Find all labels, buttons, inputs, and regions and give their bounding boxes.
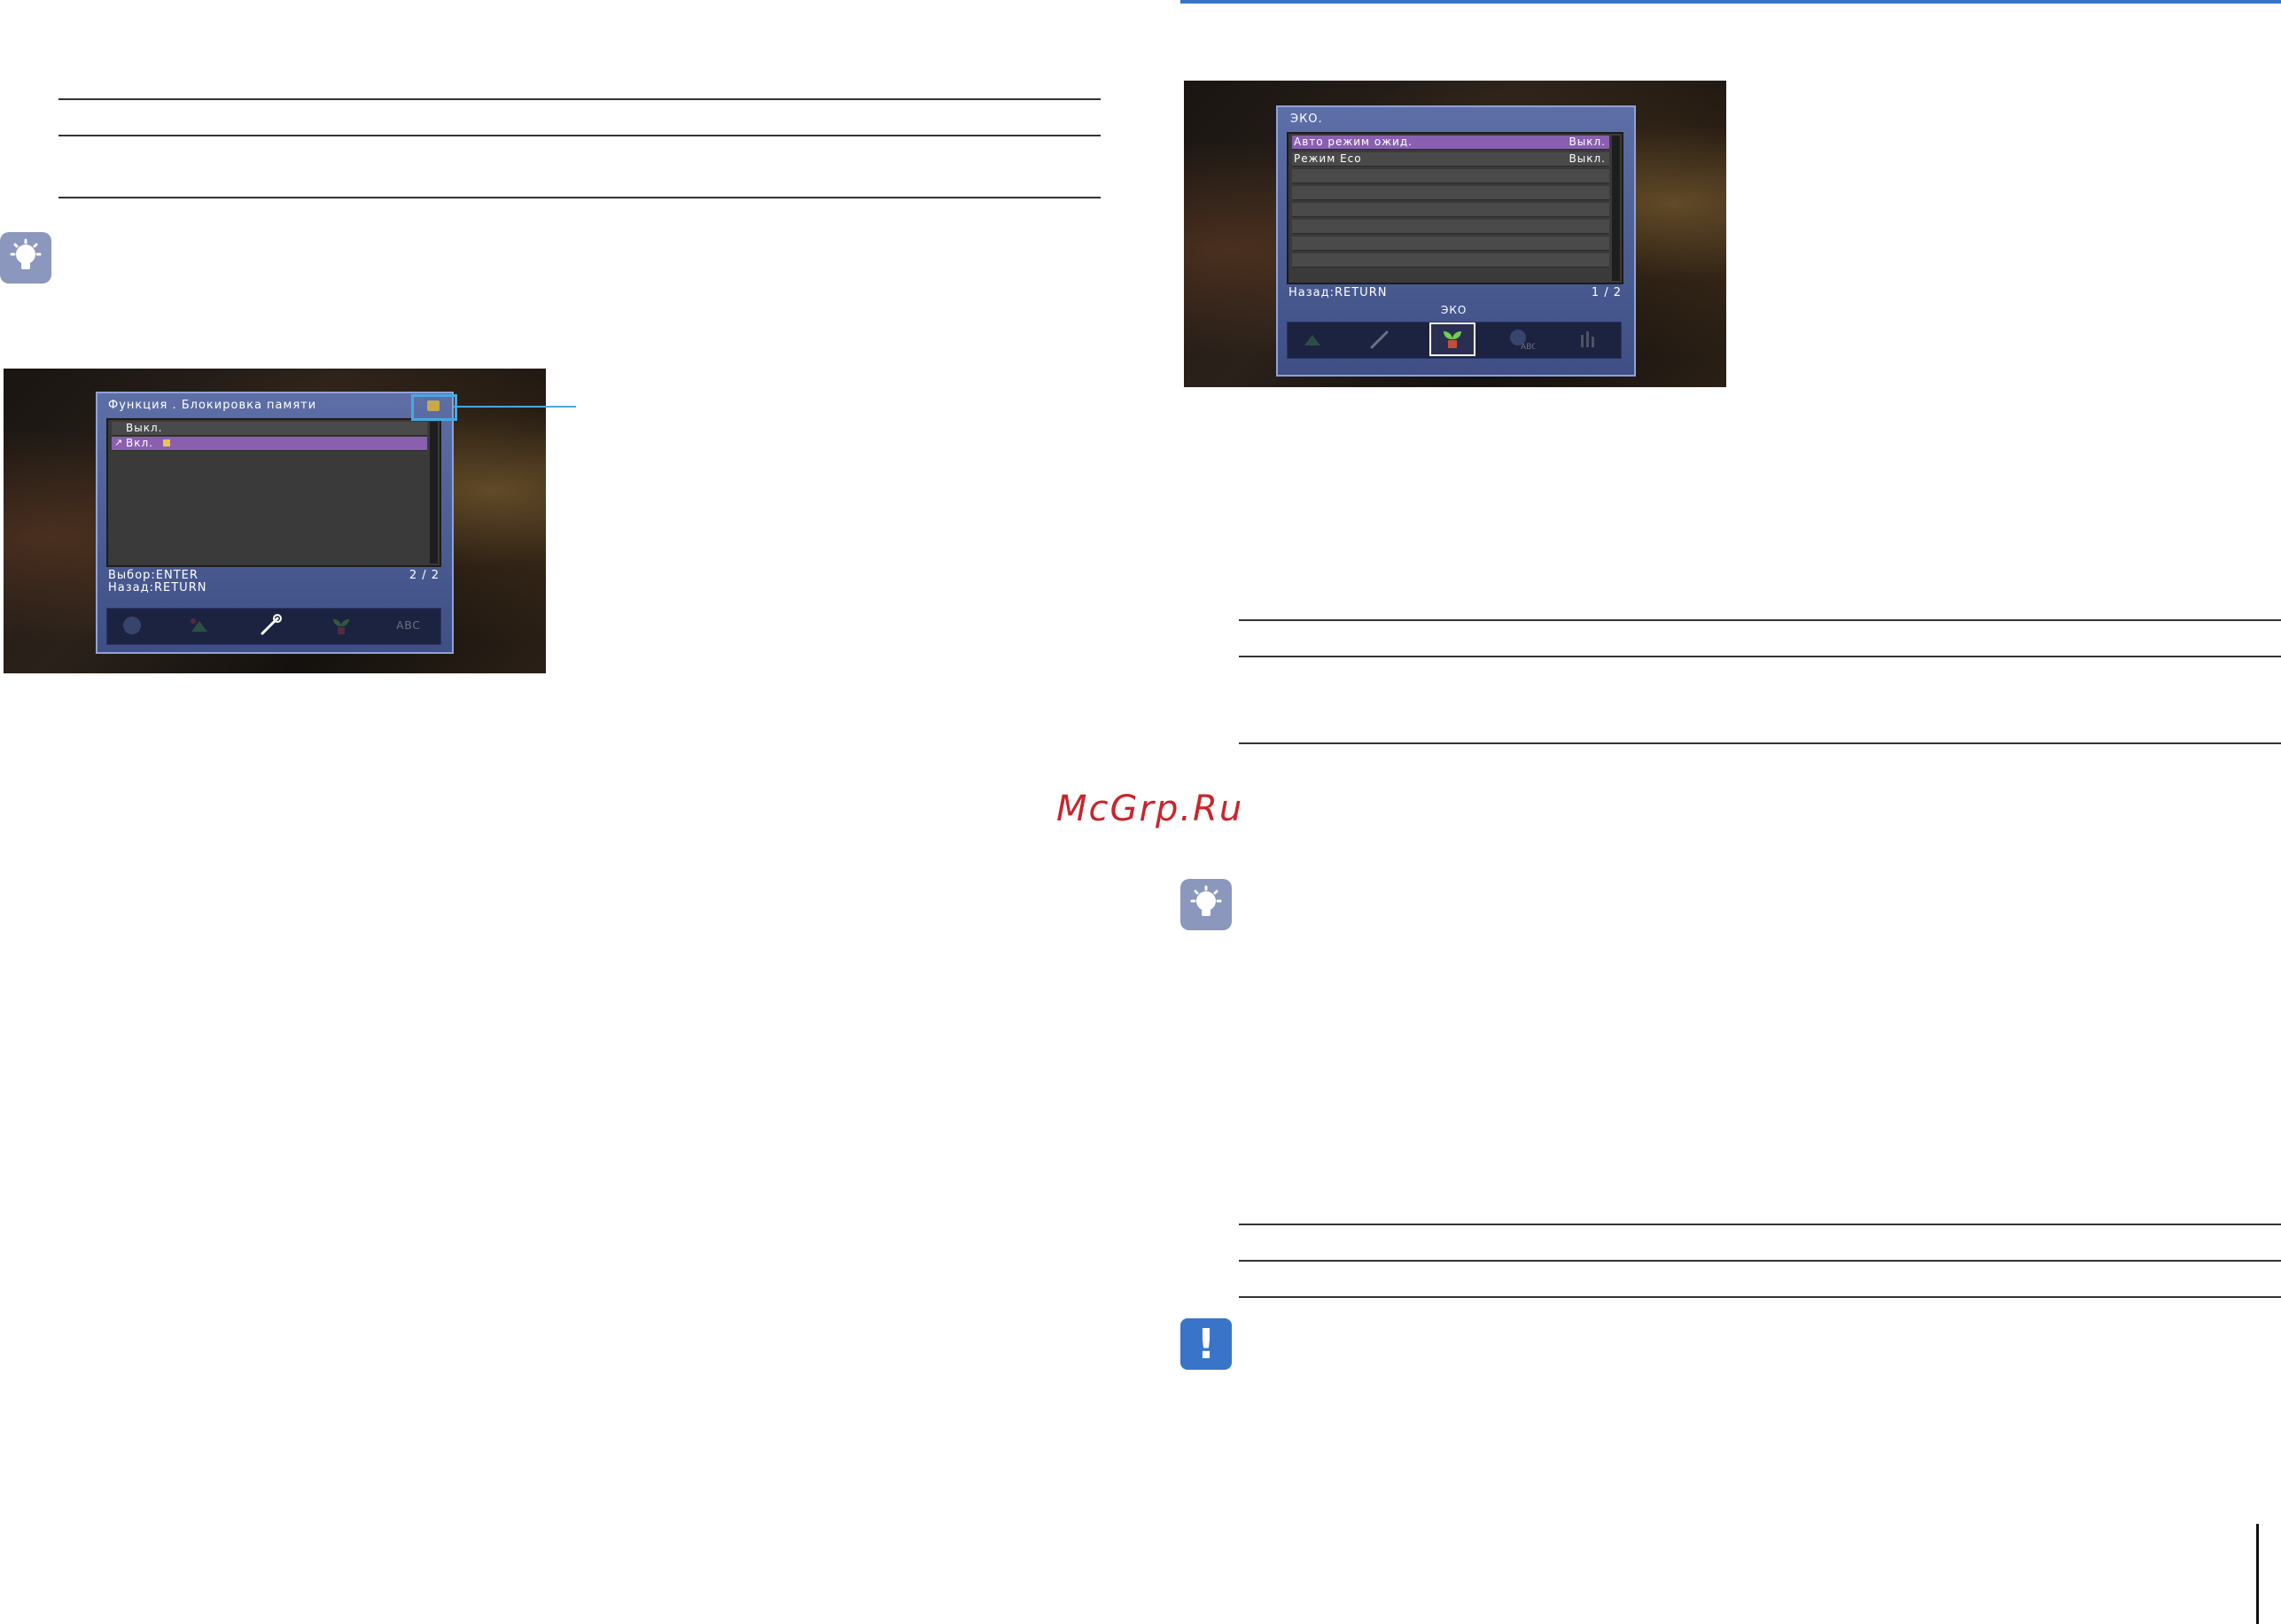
page-edge-rule	[2256, 1524, 2259, 1624]
list-item-empty	[1292, 220, 1609, 234]
list-item-off[interactable]: Выкл.	[112, 422, 427, 436]
wrench-icon[interactable]	[249, 610, 292, 641]
scrollbar[interactable]	[430, 422, 438, 563]
eco-menu-screenshot: ЭКО. Авто режим ожид. Выкл. Режим Eco Вы…	[1184, 81, 1726, 387]
plant-arrows-icon[interactable]	[178, 610, 221, 641]
settings-list: Авто режим ожид. Выкл. Режим Eco Выкл.	[1287, 132, 1623, 284]
row-label: Режим Eco	[1294, 152, 1362, 165]
table-rule-bottom	[1239, 742, 2281, 744]
row-label: Авто режим ожид.	[1294, 136, 1413, 148]
wrench-icon[interactable]	[1358, 324, 1401, 354]
list-item-on[interactable]: ↗ Вкл.	[112, 437, 427, 451]
svg-text:ABC: ABC	[1521, 343, 1535, 351]
list-item-empty	[1292, 203, 1609, 217]
callout-highlight	[411, 394, 457, 421]
warning-icon: !	[1180, 1318, 1232, 1370]
eco-plant-icon[interactable]	[1429, 322, 1475, 356]
list-item-empty	[1292, 169, 1609, 183]
option-label: Вкл.	[126, 437, 153, 449]
table-rule-bottom	[58, 197, 1101, 198]
list-item-auto-standby[interactable]: Авто режим ожид. Выкл.	[1292, 136, 1609, 150]
list-item-empty	[1292, 237, 1609, 251]
menu-icon-bar: ABC	[1287, 322, 1622, 359]
table-rule-middle	[1239, 656, 2281, 657]
callout-line	[454, 406, 576, 408]
table-rule-middle	[1239, 1260, 2281, 1262]
memory-lock-screenshot: Функция . Блокировка памяти Выкл. ↗ Вкл.…	[4, 369, 546, 673]
table-rule-middle	[58, 135, 1101, 136]
table-rule-top	[1239, 619, 2281, 621]
footer-select: Выбор:ENTER	[108, 569, 199, 582]
screen-title: ЭКО.	[1290, 113, 1323, 126]
eco-plant-icon[interactable]	[320, 610, 362, 641]
row-value: Выкл.	[1569, 152, 1606, 165]
globe-abc-icon[interactable]	[111, 610, 153, 641]
abc-icon[interactable]: ABC	[387, 610, 430, 641]
screen-title: Функция . Блокировка памяти	[108, 399, 317, 412]
cursor-icon: ↗	[114, 437, 124, 448]
option-list: Выкл. ↗ Вкл.	[106, 418, 441, 567]
watermark: McGrp.Ru	[1056, 789, 1244, 829]
row-value: Выкл.	[1569, 136, 1606, 148]
header-rule	[1180, 0, 2281, 4]
table-rule-top	[1239, 1224, 2281, 1225]
menu-icon-bar: ABC	[106, 608, 441, 645]
bars-icon[interactable]	[1568, 324, 1610, 354]
lock-icon	[163, 439, 170, 447]
footer-back: Назад:RETURN	[108, 581, 207, 594]
plant-arrows-icon[interactable]	[1291, 324, 1334, 354]
osd-panel: ЭКО. Авто режим ожид. Выкл. Режим Eco Вы…	[1276, 105, 1636, 377]
list-item-empty	[1292, 186, 1609, 200]
globe-abc-icon[interactable]: ABC	[1500, 324, 1543, 354]
page-indicator: 1 / 2	[1591, 286, 1622, 299]
tip-bulb-icon	[0, 232, 51, 284]
option-label: Выкл.	[126, 422, 163, 434]
footer-back: Назад:RETURN	[1288, 286, 1388, 299]
osd-panel: Функция . Блокировка памяти Выкл. ↗ Вкл.…	[96, 392, 454, 654]
table-rule-top	[58, 98, 1101, 100]
table-rule-bottom	[1239, 1296, 2281, 1298]
scrollbar[interactable]	[1612, 136, 1620, 281]
page-indicator: 2 / 2	[409, 569, 440, 582]
list-item-empty	[1292, 253, 1609, 268]
tip-bulb-icon	[1180, 879, 1232, 930]
bar-caption: ЭКО	[1441, 304, 1467, 316]
list-item-eco-mode[interactable]: Режим Eco Выкл.	[1292, 152, 1609, 167]
